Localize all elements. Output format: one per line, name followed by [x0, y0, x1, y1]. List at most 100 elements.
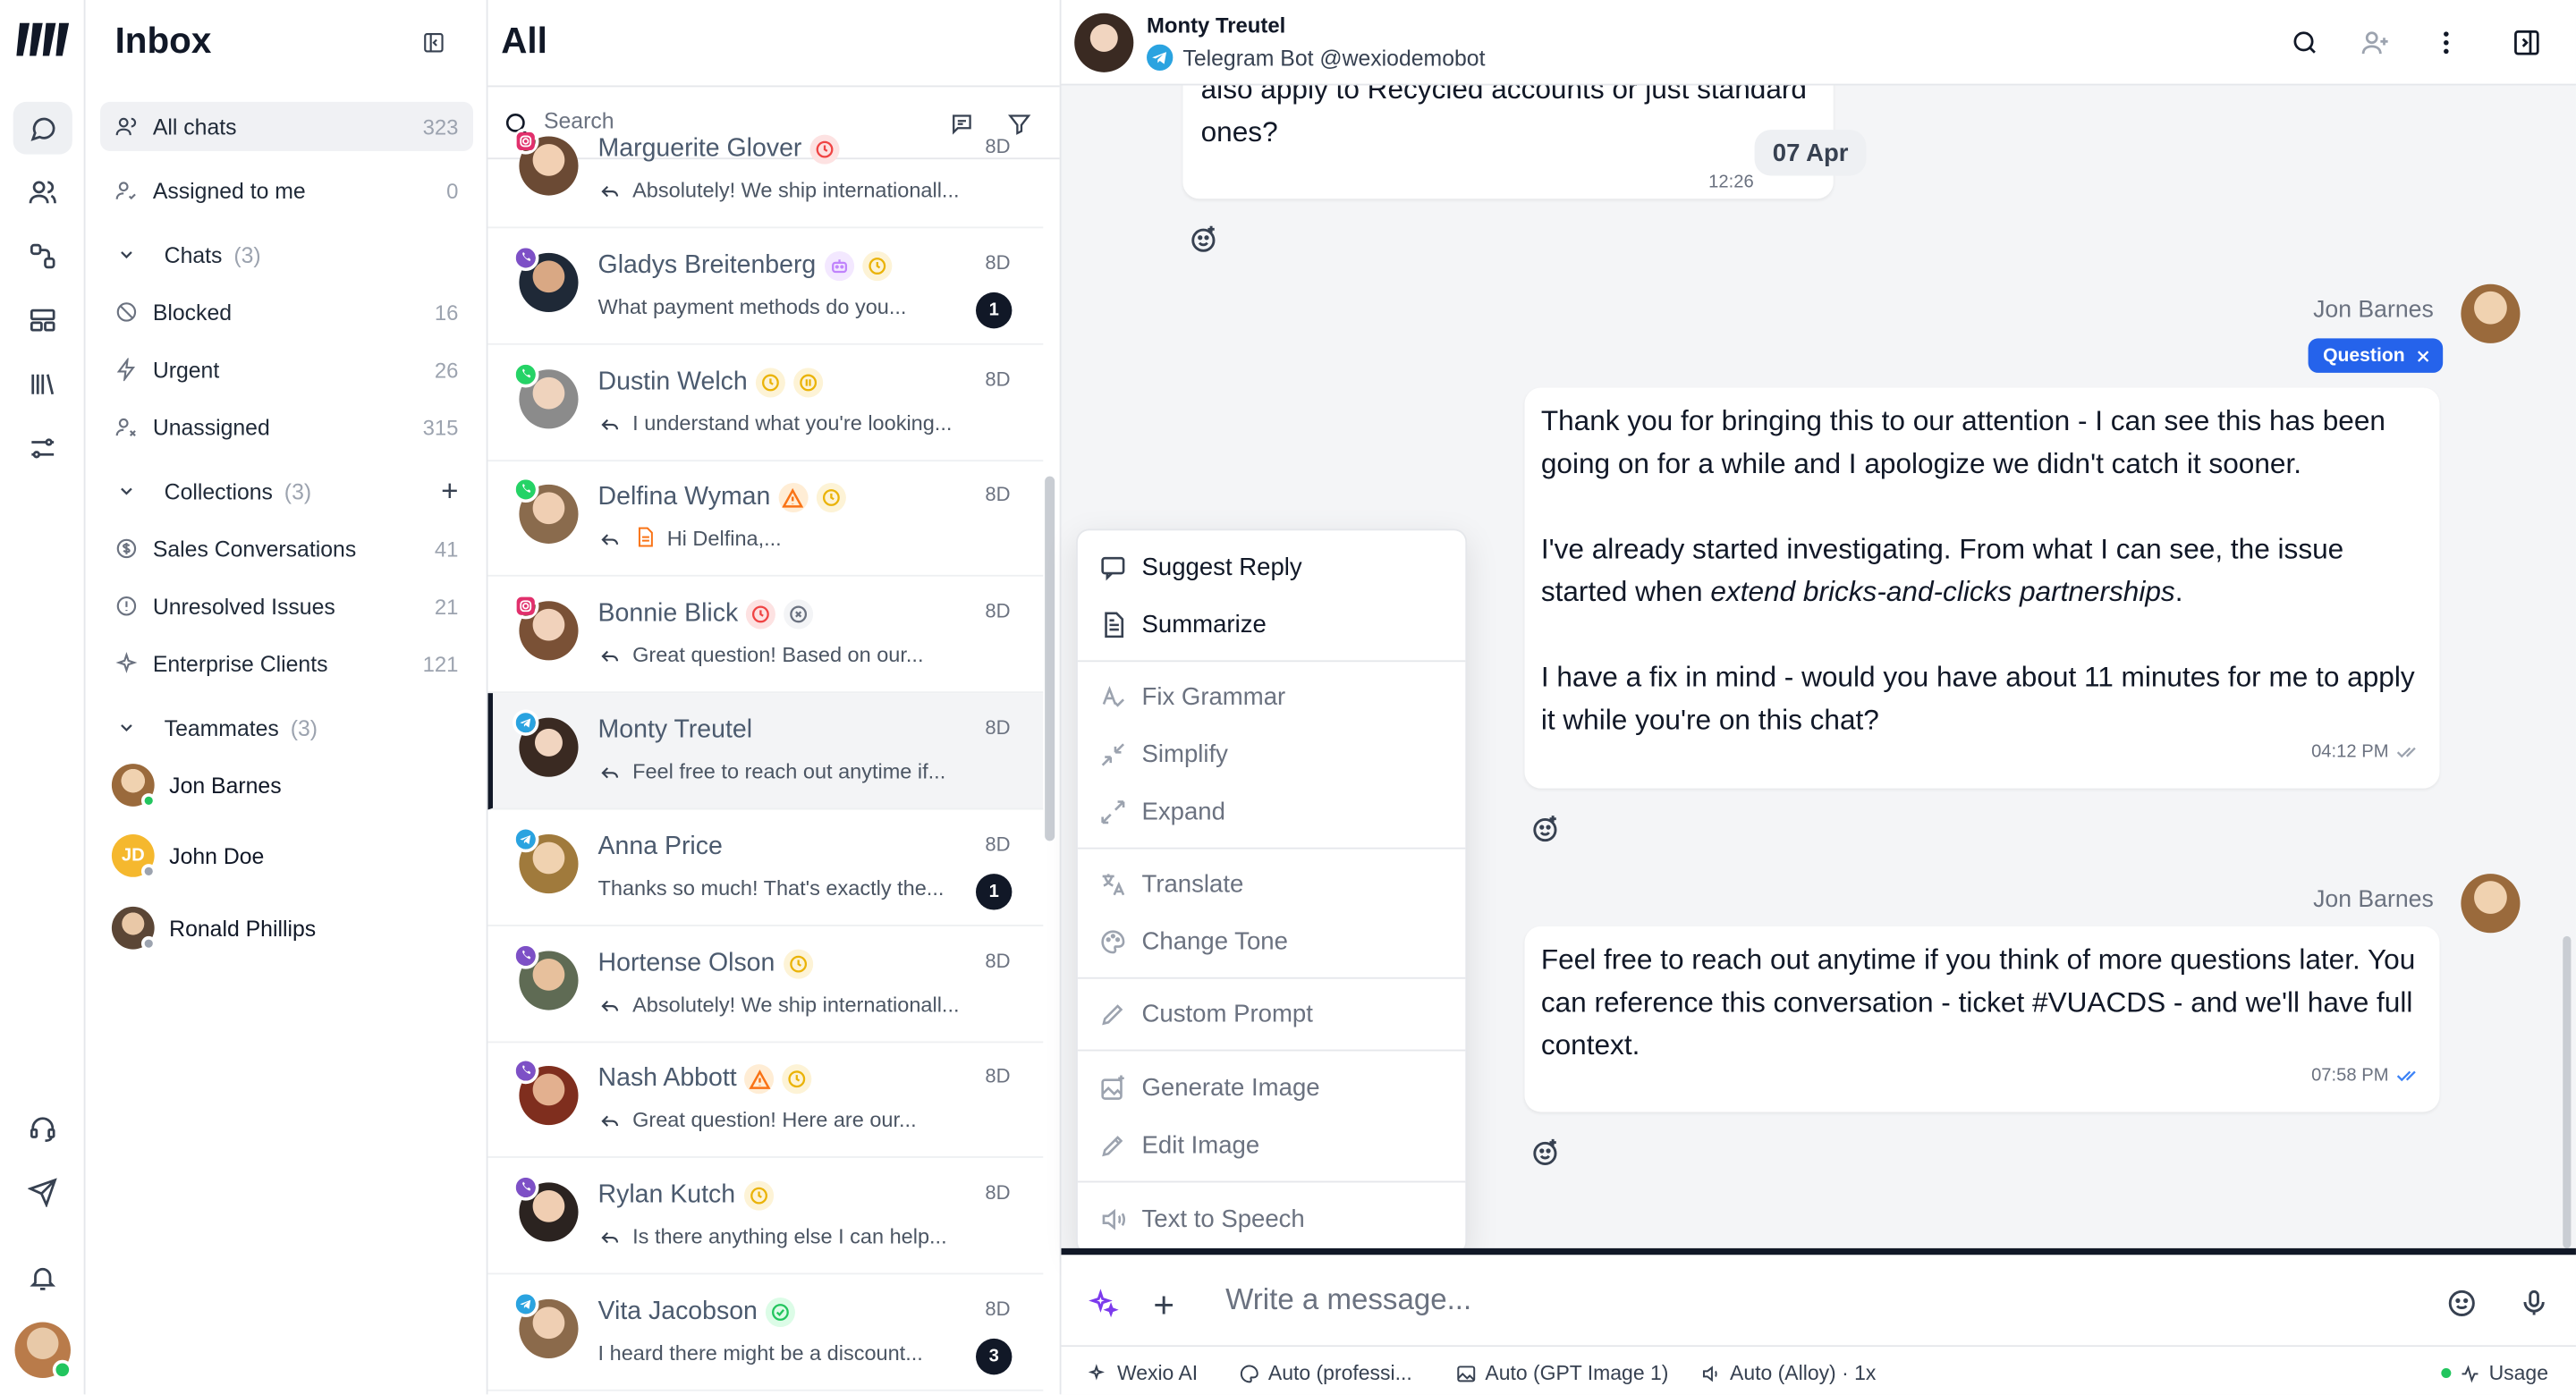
- edit-pencil-icon: [1097, 1130, 1127, 1160]
- list-scrollbar[interactable]: [1045, 476, 1055, 841]
- support-headset-icon[interactable]: [13, 1102, 72, 1154]
- sidebar-item-blocked[interactable]: Blocked 16: [100, 287, 473, 336]
- clock-icon: [755, 368, 785, 398]
- settings-sliders-icon[interactable]: [13, 422, 72, 475]
- add-reaction-icon[interactable]: [1530, 1137, 1561, 1168]
- menu-item-text-to-speech[interactable]: Text to Speech: [1097, 1196, 1305, 1241]
- sidebar-item-label: Enterprise Clients: [152, 651, 328, 676]
- pause-icon: [793, 368, 824, 398]
- composer-settings-bar: Wexio AI Auto (professi... Auto (GPT Ima…: [1061, 1345, 2576, 1394]
- sidebar-item-unresolved-issues[interactable]: Unresolved Issues 21: [100, 581, 473, 630]
- add-attachment-icon[interactable]: +: [1153, 1284, 1174, 1327]
- add-participant-icon[interactable]: [2360, 28, 2390, 57]
- chat-list-panel: All Marguerite Glover 8D Absolutely! We sh…: [487, 0, 1062, 1395]
- menu-item-summarize[interactable]: Summarize: [1097, 601, 1267, 647]
- palette-icon: [1097, 926, 1127, 956]
- info-circle-icon: [114, 593, 140, 619]
- add-collection-icon[interactable]: +: [441, 474, 458, 509]
- chat-list-item[interactable]: Vita Jacobson 8D I heard there might be a …: [487, 1274, 1044, 1391]
- menu-divider: [1077, 1180, 1466, 1183]
- speaker-icon: [1700, 1363, 1722, 1384]
- sidebar-group-chats[interactable]: Chats (3): [100, 230, 473, 279]
- chat-list-item[interactable]: Gladys Breitenberg 8D What payment methods…: [487, 228, 1044, 345]
- menu-item-edit-image[interactable]: Edit Image: [1097, 1121, 1259, 1167]
- sidebar-item-enterprise-clients[interactable]: Enterprise Clients 121: [100, 638, 473, 688]
- sidebar-item-unassigned[interactable]: Unassigned 315: [100, 402, 473, 452]
- warning-icon: [744, 1064, 775, 1095]
- microphone-icon[interactable]: [2519, 1288, 2550, 1319]
- chat-list-item[interactable]: Rylan Kutch 8D Is there anything else I ca…: [487, 1158, 1044, 1275]
- send-nav-icon[interactable]: [13, 1166, 72, 1219]
- add-reaction-icon[interactable]: [1530, 813, 1561, 844]
- teammate-jon-barnes[interactable]: Jon Barnes: [111, 760, 282, 809]
- user-avatar[interactable]: [14, 1322, 72, 1380]
- menu-item-change-tone[interactable]: Change Tone: [1097, 918, 1288, 964]
- whatsapp-icon: [513, 361, 539, 388]
- menu-item-translate[interactable]: Translate: [1097, 860, 1243, 906]
- menu-item-label: Expand: [1141, 797, 1225, 825]
- sidebar-item-sales-conversations[interactable]: Sales Conversations 41: [100, 524, 473, 573]
- sidebar-group-teammates[interactable]: Teammates (3): [100, 703, 473, 752]
- contact-avatar[interactable]: [1074, 13, 1134, 72]
- sidebar-group-collections[interactable]: Collections (3) +: [100, 467, 473, 516]
- dashboard-nav-icon[interactable]: [13, 294, 72, 347]
- chat-list-item[interactable]: Bonnie Blick 8D Great question! Based on o…: [487, 577, 1044, 694]
- contact-name-text: Hortense Olson: [597, 949, 775, 978]
- toggle-details-panel-icon[interactable]: [2512, 28, 2541, 57]
- chat-list-item[interactable]: Marguerite Glover 8D Absolutely! We ship i…: [487, 112, 1044, 229]
- wexio-ai-toggle[interactable]: Wexio AI: [1088, 1362, 1198, 1384]
- menu-item-custom-prompt[interactable]: Custom Prompt: [1097, 991, 1313, 1036]
- date-divider: 07 Apr: [1754, 130, 1867, 176]
- menu-item-simplify[interactable]: Simplify: [1097, 731, 1228, 776]
- ai-sparkle-button-icon[interactable]: [1088, 1288, 1119, 1319]
- contact-name: Monty Treutel: [1147, 13, 1286, 38]
- image-sparkle-icon: [1097, 1072, 1127, 1102]
- sidebar-item-assigned-to-me[interactable]: Assigned to me 0: [100, 166, 473, 216]
- offline-status-dot: [140, 864, 157, 879]
- teammate-ronald-phillips[interactable]: Ronald Phillips: [111, 903, 316, 952]
- notifications-bell-icon[interactable]: [13, 1252, 72, 1305]
- menu-item-label: Custom Prompt: [1141, 999, 1313, 1027]
- chat-list-item[interactable]: Monty Treutel 8D Feel free to reach out an…: [487, 693, 1044, 810]
- telegram-icon: [513, 825, 539, 853]
- chat-list-item[interactable]: Hortense Olson 8D Absolutely! We ship inte…: [487, 926, 1044, 1044]
- conversation-scrollbar[interactable]: [2563, 935, 2572, 1248]
- voice-setting[interactable]: Auto (Alloy) · 1x: [1700, 1362, 1876, 1384]
- ai-actions-menu: Suggest Reply Summarize Fix Grammar Simp…: [1076, 528, 1468, 1256]
- more-options-icon[interactable]: [2431, 28, 2461, 57]
- app-logo[interactable]: [16, 20, 70, 59]
- menu-item-expand[interactable]: Expand: [1097, 789, 1225, 834]
- menu-item-fix-grammar[interactable]: Fix Grammar: [1097, 673, 1285, 719]
- teammate-john-doe[interactable]: JD John Doe: [111, 831, 264, 880]
- sidebar-group-count: (3): [284, 478, 312, 503]
- message-input[interactable]: [1225, 1282, 2376, 1318]
- sidebar-item-count: 0: [446, 178, 459, 203]
- sidebar-item-all-chats[interactable]: All chats 323: [100, 101, 473, 151]
- usage-link[interactable]: Usage: [2441, 1362, 2548, 1384]
- clock-icon: [809, 134, 840, 165]
- emoji-icon[interactable]: [2446, 1288, 2478, 1319]
- collapse-sidebar-icon[interactable]: [422, 31, 445, 55]
- sidebar-item-urgent[interactable]: Urgent 26: [100, 345, 473, 394]
- chat-list-item[interactable]: Anna Price 8D Thanks so much! That's exact…: [487, 809, 1044, 926]
- menu-item-generate-image[interactable]: Generate Image: [1097, 1064, 1320, 1110]
- library-nav-icon[interactable]: [13, 358, 72, 410]
- chats-nav-icon[interactable]: [13, 101, 72, 155]
- chat-preview: Is there anything else I can help...: [632, 1223, 947, 1248]
- chevron-down-icon: [114, 478, 140, 503]
- avatar: JD: [111, 834, 157, 879]
- chat-list-item[interactable]: Nash Abbott 8D Great question! Here are ou…: [487, 1041, 1044, 1158]
- chat-list-item[interactable]: Dustin Welch 8D I understand what you're l…: [487, 345, 1044, 462]
- pencil-icon: [1097, 999, 1127, 1028]
- menu-divider: [1077, 976, 1466, 979]
- contacts-nav-icon[interactable]: [13, 166, 72, 219]
- search-conversation-icon[interactable]: [2290, 28, 2319, 57]
- add-reaction-icon[interactable]: [1188, 224, 1219, 255]
- contact-channel: Telegram Bot @wexiodemobot: [1147, 44, 1485, 71]
- remove-tag-icon[interactable]: [2415, 347, 2431, 363]
- tone-setting[interactable]: Auto (professi...: [1239, 1362, 1412, 1384]
- menu-item-suggest-reply[interactable]: Suggest Reply: [1097, 544, 1302, 589]
- workflows-nav-icon[interactable]: [13, 230, 72, 283]
- image-model-setting[interactable]: Auto (GPT Image 1): [1455, 1362, 1668, 1384]
- chat-list-item[interactable]: Delfina Wyman 8D Hi Delfina,...: [487, 460, 1044, 577]
